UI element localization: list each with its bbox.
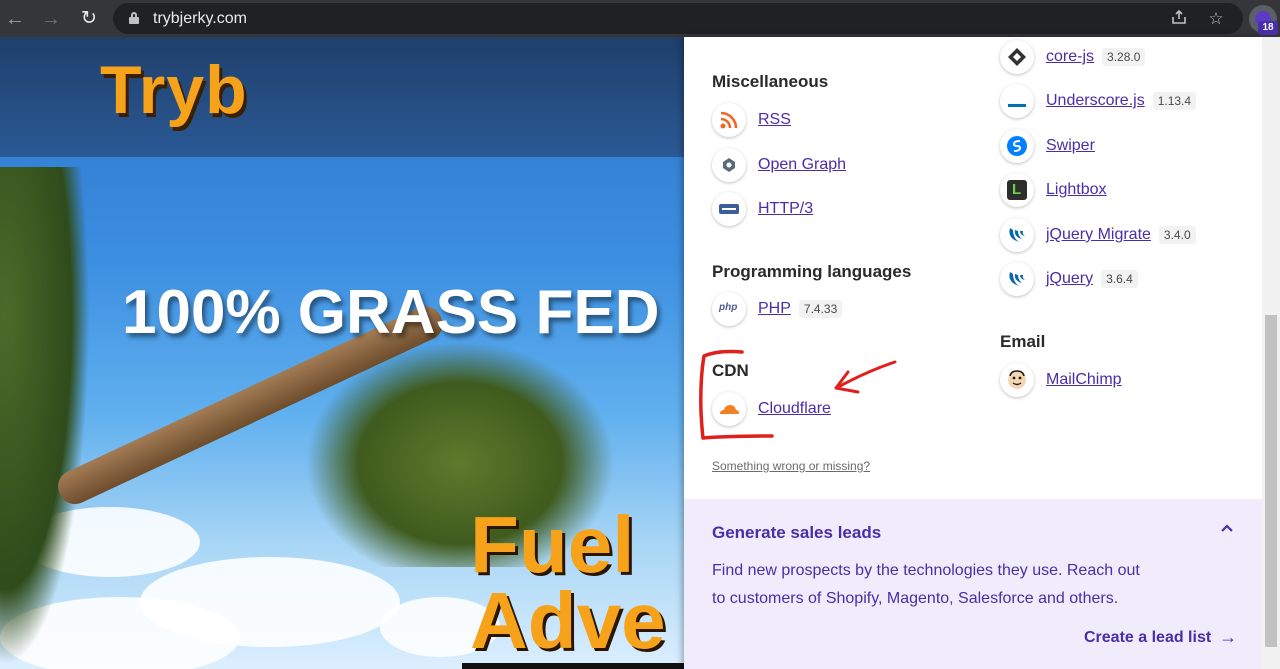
cloudflare-icon <box>712 392 746 426</box>
tech-name[interactable]: Lightbox <box>1046 181 1107 199</box>
sales-leads-section: Generate sales leads Find new prospects … <box>684 499 1262 669</box>
tech-name[interactable]: RSS <box>758 111 791 129</box>
category-miscellaneous: Miscellaneous <box>712 72 829 91</box>
underscore-icon <box>1000 84 1034 118</box>
wappalyzer-popup: Miscellaneous RSS Open Graph HTTP/3 Prog… <box>684 37 1262 669</box>
browser-toolbar: ← → ↻ trybjerky.com ☆ 18 <box>0 0 1280 37</box>
hero-title: 100% GRASS FED <box>122 278 660 347</box>
tech-item-underscore-js[interactable]: Underscore.js 1.13.4 <box>1000 84 1197 118</box>
tech-item-rss[interactable]: RSS <box>712 103 791 137</box>
sales-leads-title[interactable]: Generate sales leads <box>712 523 881 543</box>
tech-name[interactable]: HTTP/3 <box>758 200 813 218</box>
reload-icon[interactable]: ↻ <box>76 6 102 32</box>
tech-item-php[interactable]: php PHP 7.4.33 <box>712 292 843 326</box>
rss-icon <box>712 103 746 137</box>
tree-foliage <box>0 167 90 667</box>
hero-subtitle-line-2: Adve <box>470 576 666 665</box>
back-arrow-icon[interactable]: ← <box>2 6 28 32</box>
tech-item-jquery[interactable]: jQuery 3.6.4 <box>1000 262 1138 296</box>
tech-version: 3.28.0 <box>1102 48 1146 66</box>
sales-leads-text-line: to customers of Shopify, Magento, Salesf… <box>712 590 1119 607</box>
open-graph-icon <box>712 148 746 182</box>
forward-arrow-icon[interactable]: → <box>38 6 64 32</box>
tech-name[interactable]: core-js <box>1046 48 1094 66</box>
jquery-icon <box>1000 262 1034 296</box>
tech-version: 7.4.33 <box>798 300 843 318</box>
lightbox-icon: L <box>1000 173 1034 207</box>
site-bottom-bar <box>462 663 684 669</box>
tech-version: 3.4.0 <box>1158 226 1196 244</box>
hero-subtitle-line-1: Fuel <box>470 500 635 589</box>
http3-icon <box>712 192 746 226</box>
tech-item-jquery-migrate[interactable]: jQuery Migrate 3.4.0 <box>1000 218 1196 252</box>
swiper-icon <box>1000 129 1034 163</box>
tech-item-swiper[interactable]: Swiper <box>1000 129 1095 163</box>
create-lead-list-link[interactable]: Create a lead list → <box>1084 627 1237 648</box>
category-programming-languages: Programming languages <box>712 262 912 281</box>
sales-leads-text-line: Find new prospects by the technologies t… <box>712 562 1140 579</box>
extension-badge: 18 <box>1258 21 1278 35</box>
tech-name[interactable]: jQuery <box>1046 270 1093 288</box>
hero-subtitle: Fuel Adve <box>470 500 666 665</box>
tech-name[interactable]: MailChimp <box>1046 371 1122 389</box>
php-icon: php <box>712 292 746 326</box>
tech-name[interactable]: Underscore.js <box>1046 92 1145 110</box>
tech-name[interactable]: Swiper <box>1046 137 1095 155</box>
site-logo[interactable]: Tryb <box>100 51 248 129</box>
url-text[interactable]: trybjerky.com <box>153 10 247 28</box>
scrollbar-thumb[interactable] <box>1265 315 1277 647</box>
address-bar[interactable]: trybjerky.com ☆ <box>113 3 1243 34</box>
tech-item-mailchimp[interactable]: MailChimp <box>1000 363 1122 397</box>
panel-scrollbar[interactable] <box>1262 37 1280 669</box>
tech-item-core-js[interactable]: core-js 3.28.0 <box>1000 40 1146 74</box>
site-header: Tryb <box>0 37 684 157</box>
share-icon[interactable] <box>1168 8 1190 30</box>
something-wrong-link[interactable]: Something wrong or missing? <box>712 459 870 473</box>
tech-item-cloudflare[interactable]: Cloudflare <box>712 392 831 426</box>
tech-name[interactable]: Open Graph <box>758 156 846 174</box>
website-background: Tryb 100% GRASS FED Fuel Adve <box>0 37 684 669</box>
chevron-up-icon[interactable] <box>1220 521 1234 535</box>
jquery-migrate-icon <box>1000 218 1034 252</box>
tech-name[interactable]: jQuery Migrate <box>1046 226 1151 244</box>
tech-item-lightbox[interactable]: L Lightbox <box>1000 173 1107 207</box>
tech-item-http3[interactable]: HTTP/3 <box>712 192 813 226</box>
sales-leads-description: Find new prospects by the technologies t… <box>712 557 1172 613</box>
mailchimp-icon <box>1000 363 1034 397</box>
star-bookmark-icon[interactable]: ☆ <box>1205 8 1227 30</box>
tech-item-open-graph[interactable]: Open Graph <box>712 148 846 182</box>
category-cdn: CDN <box>712 361 749 380</box>
arrow-right-icon: → <box>1219 627 1238 647</box>
tech-name[interactable]: Cloudflare <box>758 400 831 418</box>
lock-icon[interactable] <box>129 12 139 24</box>
tech-version: 1.13.4 <box>1152 92 1197 110</box>
tech-name[interactable]: PHP <box>758 300 791 318</box>
category-email: Email <box>1000 332 1046 351</box>
tech-version: 3.6.4 <box>1101 270 1138 288</box>
create-lead-list-label[interactable]: Create a lead list <box>1084 629 1211 647</box>
core-js-icon <box>1000 40 1034 74</box>
